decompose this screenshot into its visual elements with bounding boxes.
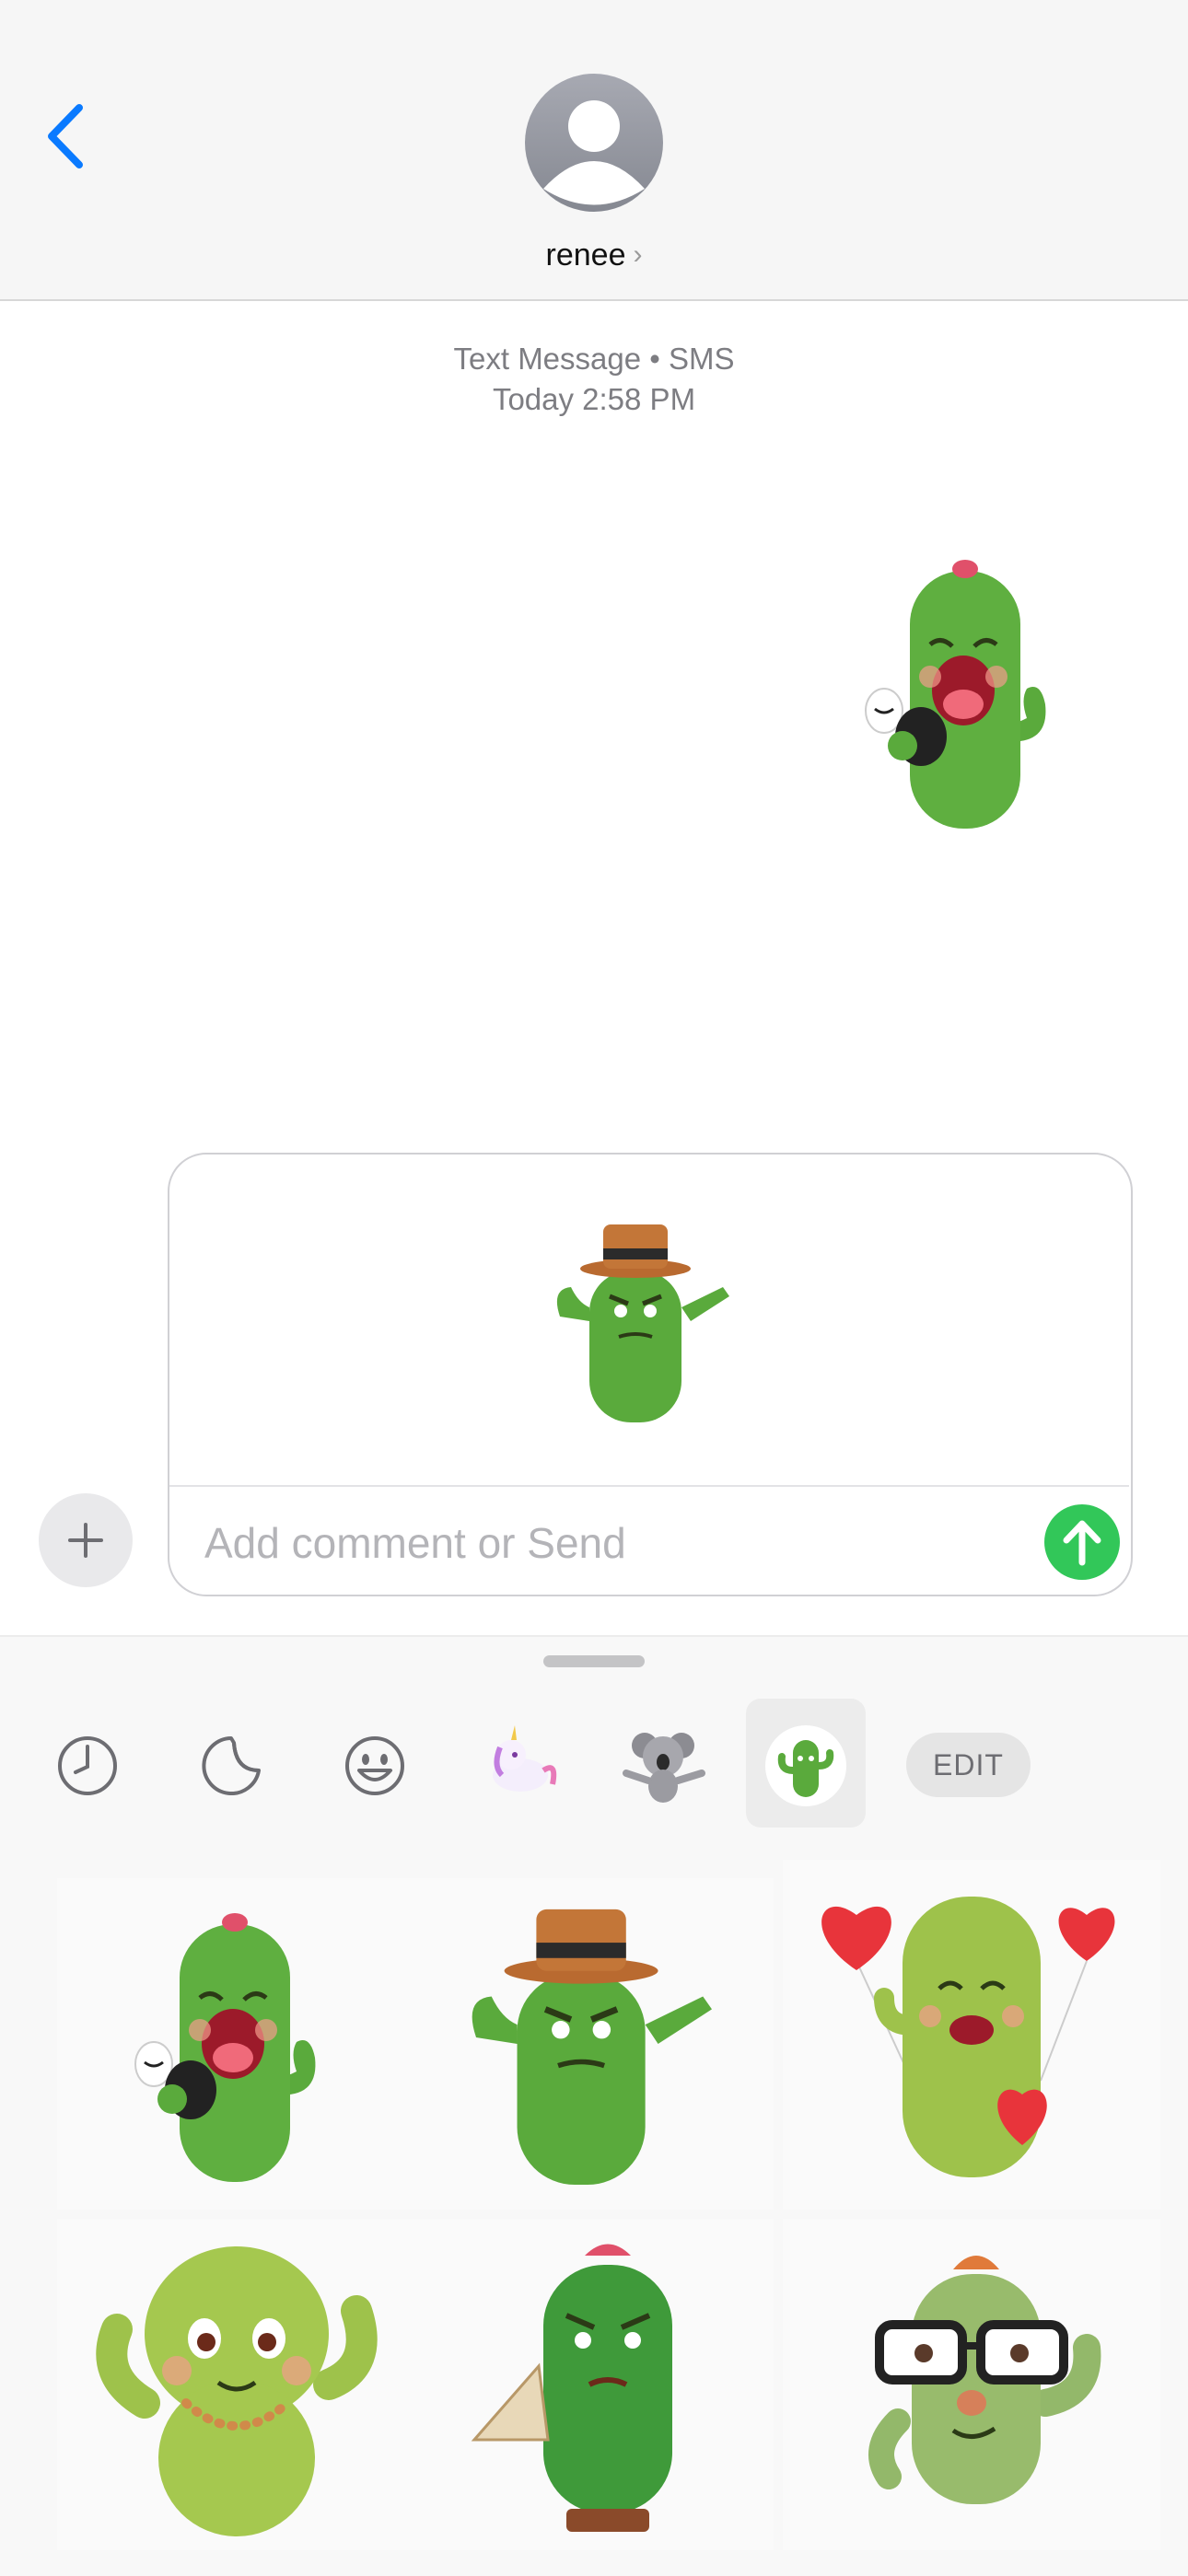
arrow-up-icon [1063,1520,1101,1566]
beaded-cactus-sticker-icon [96,2246,378,2536]
sticker-beaded-cactus[interactable] [57,2219,416,2550]
tab-emoji[interactable] [315,1701,435,1830]
laughing-cactus-sticker-icon [865,560,1046,829]
staged-sticker-hat-cactus[interactable] [553,1215,737,1427]
tab-my-stickers[interactable] [171,1701,291,1830]
sticker-peel-icon [202,1736,261,1795]
tab-koala-pack[interactable] [603,1701,723,1830]
tab-unicorn-pack[interactable] [460,1701,580,1830]
sticker-laughing-cactus[interactable] [57,1878,416,2210]
heart-balloons-cactus-sticker-icon [821,1897,1115,2177]
cactus-sticker-icon [765,1725,846,1806]
drawer-grabber[interactable] [543,1655,645,1667]
sticker-glasses-cactus[interactable] [783,2219,1160,2550]
contact-avatar[interactable] [525,69,663,216]
send-button[interactable] [1044,1504,1120,1580]
edit-button[interactable]: EDIT [906,1733,1031,1797]
back-button[interactable] [37,99,92,173]
glasses-cactus-sticker-icon [868,2256,1101,2504]
add-attachment-button[interactable] [39,1493,133,1587]
hat-cactus-sticker-icon [472,1909,712,2186]
laughing-cactus-sticker-icon [134,1913,316,2182]
service-label: Text Message • SMS [453,342,735,376]
chevron-right-icon: › [633,239,643,270]
tab-cactus-pack[interactable] [746,1701,866,1830]
compose-divider [169,1485,1129,1487]
sticker-fan-cactus[interactable] [414,2219,774,2550]
hat-cactus-sticker-icon [556,1224,729,1422]
plus-icon [68,1523,103,1558]
sent-sticker-laughing-cactus[interactable] [856,543,1077,838]
conversation-meta: Text Message • SMS Today 2:58 PM [0,339,1188,420]
person-icon [525,74,663,212]
sticker-hat-cactus[interactable] [414,1878,774,2210]
koala-sticker-icon [623,1733,705,1803]
chevron-left-icon [48,104,83,168]
message-timestamp: Today 2:58 PM [492,382,696,416]
contact-name: renee [545,237,626,273]
clock-icon [58,1736,117,1795]
fan-cactus-sticker-icon [471,2244,672,2532]
emoji-icon [345,1736,404,1795]
contact-name-button[interactable]: renee › [502,232,686,278]
comment-input[interactable] [203,1510,1017,1576]
unicorn-sticker-icon [493,1725,557,1792]
tab-recents[interactable] [28,1701,147,1830]
sticker-heart-balloons-cactus[interactable] [783,1860,1160,2210]
